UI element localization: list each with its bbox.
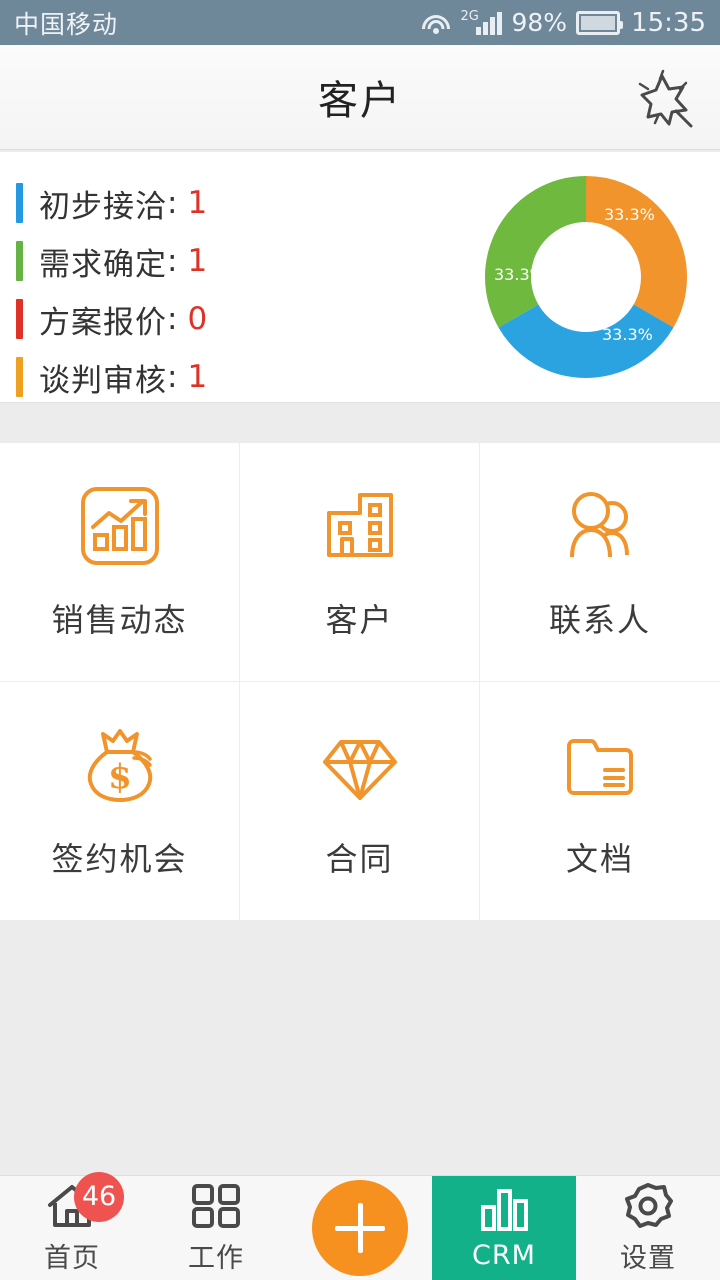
donut-slice-label: 33.3% <box>494 265 545 284</box>
donut-slice-label: 33.3% <box>604 205 655 224</box>
grid-apps-icon <box>190 1182 242 1230</box>
grid-item-contacts[interactable]: 联系人 <box>480 443 720 682</box>
grid-item-customer[interactable]: 客户 <box>240 443 480 682</box>
legend-label: 谈判审核 <box>39 362 167 399</box>
grid-item-sales-trend[interactable]: 销售动态 <box>0 443 240 682</box>
battery-icon <box>576 10 624 35</box>
pipeline-donut-chart: 33.3% 33.3% 33.3% <box>476 167 696 387</box>
tab-settings[interactable]: 设置 <box>576 1176 720 1280</box>
pipeline-legend: 初步接洽 : 1 需求确定 : 1 方案报价 : 0 谈判审核 : 1 <box>16 174 207 406</box>
plus-icon-vertical <box>357 1203 363 1253</box>
legend-value: 1 <box>187 243 208 279</box>
two-people-icon <box>557 483 643 569</box>
grid-item-label: 销售动态 <box>51 600 188 639</box>
legend-item[interactable]: 谈判审核 : 1 <box>16 348 207 406</box>
legend-label: 方案报价 <box>39 304 167 341</box>
grid-item-label: 签约机会 <box>51 839 188 878</box>
legend-separator: : <box>167 301 178 337</box>
pipeline-stats-card: 初步接洽 : 1 需求确定 : 1 方案报价 : 0 谈判审核 : 1 33.3… <box>0 152 720 403</box>
legend-separator: : <box>167 185 178 221</box>
battery-percent-label: 98% <box>511 8 568 37</box>
title-bar: 客户 <box>0 45 720 150</box>
legend-value: 1 <box>187 185 208 221</box>
svg-text:$: $ <box>108 757 132 797</box>
bottom-tab-bar: 46 首页 工作 CRM 设置 <box>0 1171 720 1280</box>
status-icons: 2G 98% 15:35 <box>421 8 706 38</box>
tab-home[interactable]: 46 首页 <box>0 1171 144 1280</box>
legend-color-swatch <box>16 241 23 281</box>
page-title: 客户 <box>318 78 402 124</box>
home-badge: 46 <box>74 1171 124 1222</box>
legend-value: 0 <box>187 301 208 337</box>
network-type-label: 2G <box>460 8 479 24</box>
add-button[interactable] <box>312 1180 408 1276</box>
legend-label: 初步接洽 <box>39 188 167 225</box>
grid-item-opportunity[interactable]: $ 签约机会 <box>0 681 240 920</box>
legend-separator: : <box>167 243 178 279</box>
grid-item-label: 联系人 <box>548 600 651 639</box>
legend-value: 1 <box>187 359 208 395</box>
home-icon: 46 <box>46 1171 124 1230</box>
bar-chart-icon <box>478 1186 530 1234</box>
tab-label: CRM <box>472 1239 536 1271</box>
legend-item[interactable]: 初步接洽 : 1 <box>16 174 207 232</box>
grid-item-label: 合同 <box>325 839 394 878</box>
magic-wand-star-icon[interactable] <box>626 59 702 135</box>
legend-color-swatch <box>16 183 23 223</box>
feature-grid: 销售动态 客户 联系人 $ 签约机会 合同 文档 <box>0 443 720 920</box>
legend-label: 需求确定 <box>39 246 167 283</box>
grid-item-contract[interactable]: 合同 <box>240 681 480 920</box>
legend-color-swatch <box>16 299 23 339</box>
gear-icon <box>622 1182 674 1230</box>
legend-color-swatch <box>16 357 23 397</box>
tab-work[interactable]: 工作 <box>144 1176 288 1280</box>
signal-bars-icon: 2G <box>460 8 503 35</box>
section-spacer <box>0 403 720 443</box>
grid-item-document[interactable]: 文档 <box>480 682 720 921</box>
tab-label: 首页 <box>44 1242 100 1274</box>
clock-label: 15:35 <box>631 7 706 38</box>
legend-separator: : <box>167 359 178 395</box>
tab-crm[interactable]: CRM <box>432 1176 576 1280</box>
sales-trend-chart-icon <box>77 483 163 569</box>
carrier-label: 中国移动 <box>14 9 119 39</box>
folder-document-icon <box>557 722 643 808</box>
add-button-slot <box>288 1176 432 1280</box>
diamond-icon <box>317 722 403 808</box>
grid-item-label: 客户 <box>325 600 394 639</box>
money-bag-icon: $ <box>77 722 163 808</box>
tab-label: 设置 <box>620 1242 676 1274</box>
tab-label: 工作 <box>188 1242 244 1274</box>
app-root: 中国移动 2G 98% 15:35 客户 初步接洽: 1 需求确定: 1 方… <box>0 0 720 1280</box>
legend-item[interactable]: 方案报价 : 0 <box>16 290 207 348</box>
building-icon <box>317 483 403 569</box>
status-bar: 中国移动 2G 98% 15:35 <box>0 0 720 45</box>
donut-slice-label: 33.3% <box>602 325 653 344</box>
legend-item[interactable]: 需求确定 : 1 <box>16 232 207 290</box>
grid-item-label: 文档 <box>565 839 634 878</box>
wifi-icon <box>421 11 451 35</box>
